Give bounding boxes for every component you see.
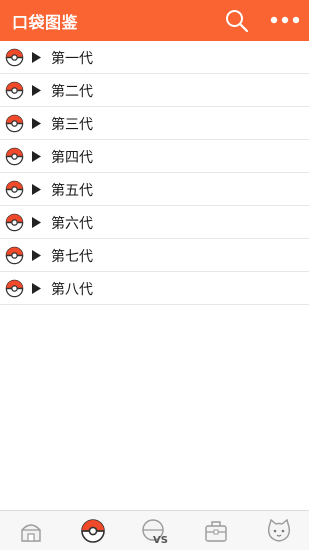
expand-arrow-icon[interactable] (32, 250, 41, 261)
versus-label: VS (153, 535, 168, 545)
search-icon[interactable] (224, 8, 250, 34)
list-item[interactable]: 第三代 (0, 107, 309, 140)
expand-arrow-icon[interactable] (32, 151, 41, 162)
versus-icon[interactable]: VS (141, 517, 171, 545)
pokeball-icon (5, 114, 24, 133)
app-header: 口袋图鉴 (0, 0, 309, 41)
list-item-label: 第八代 (51, 282, 93, 298)
page-title: 口袋图鉴 (12, 13, 79, 32)
pokeball-icon (5, 246, 24, 265)
list-item-label: 第五代 (51, 183, 93, 199)
pokeball-icon[interactable] (79, 517, 107, 545)
list-item[interactable]: 第一代 (0, 41, 309, 74)
pokeball-icon (5, 81, 24, 100)
expand-arrow-icon[interactable] (32, 184, 41, 195)
home-icon[interactable] (17, 517, 45, 545)
pokeball-icon (5, 48, 24, 67)
list-item[interactable]: 第八代 (0, 272, 309, 305)
list-item[interactable]: 第二代 (0, 74, 309, 107)
pokeball-icon (5, 213, 24, 232)
cat-face-icon[interactable] (265, 517, 293, 545)
bottom-nav: VS (0, 510, 309, 550)
expand-arrow-icon[interactable] (32, 283, 41, 294)
app-root: 口袋图鉴 第一代 第二代 第三代 第四代 第五代 第六代 第七代 第八代 VS (0, 0, 309, 550)
list-item-label: 第四代 (51, 150, 93, 166)
expand-arrow-icon[interactable] (32, 118, 41, 129)
bag-icon[interactable] (202, 517, 230, 545)
more-dots-icon[interactable] (269, 10, 301, 30)
list-item-label: 第二代 (51, 84, 93, 100)
list-item-label: 第七代 (51, 249, 93, 265)
expand-arrow-icon[interactable] (32, 52, 41, 63)
pokeball-icon (5, 147, 24, 166)
list-item[interactable]: 第六代 (0, 206, 309, 239)
list-item[interactable]: 第四代 (0, 140, 309, 173)
list-item-label: 第一代 (51, 51, 93, 67)
generation-list: 第一代第二代第三代第四代第五代第六代第七代第八代 (0, 41, 309, 305)
list-item-label: 第六代 (51, 216, 93, 232)
pokeball-icon (5, 279, 24, 298)
expand-arrow-icon[interactable] (32, 217, 41, 228)
list-item-label: 第三代 (51, 117, 93, 133)
pokeball-icon (5, 180, 24, 199)
expand-arrow-icon[interactable] (32, 85, 41, 96)
list-item[interactable]: 第五代 (0, 173, 309, 206)
list-item[interactable]: 第七代 (0, 239, 309, 272)
